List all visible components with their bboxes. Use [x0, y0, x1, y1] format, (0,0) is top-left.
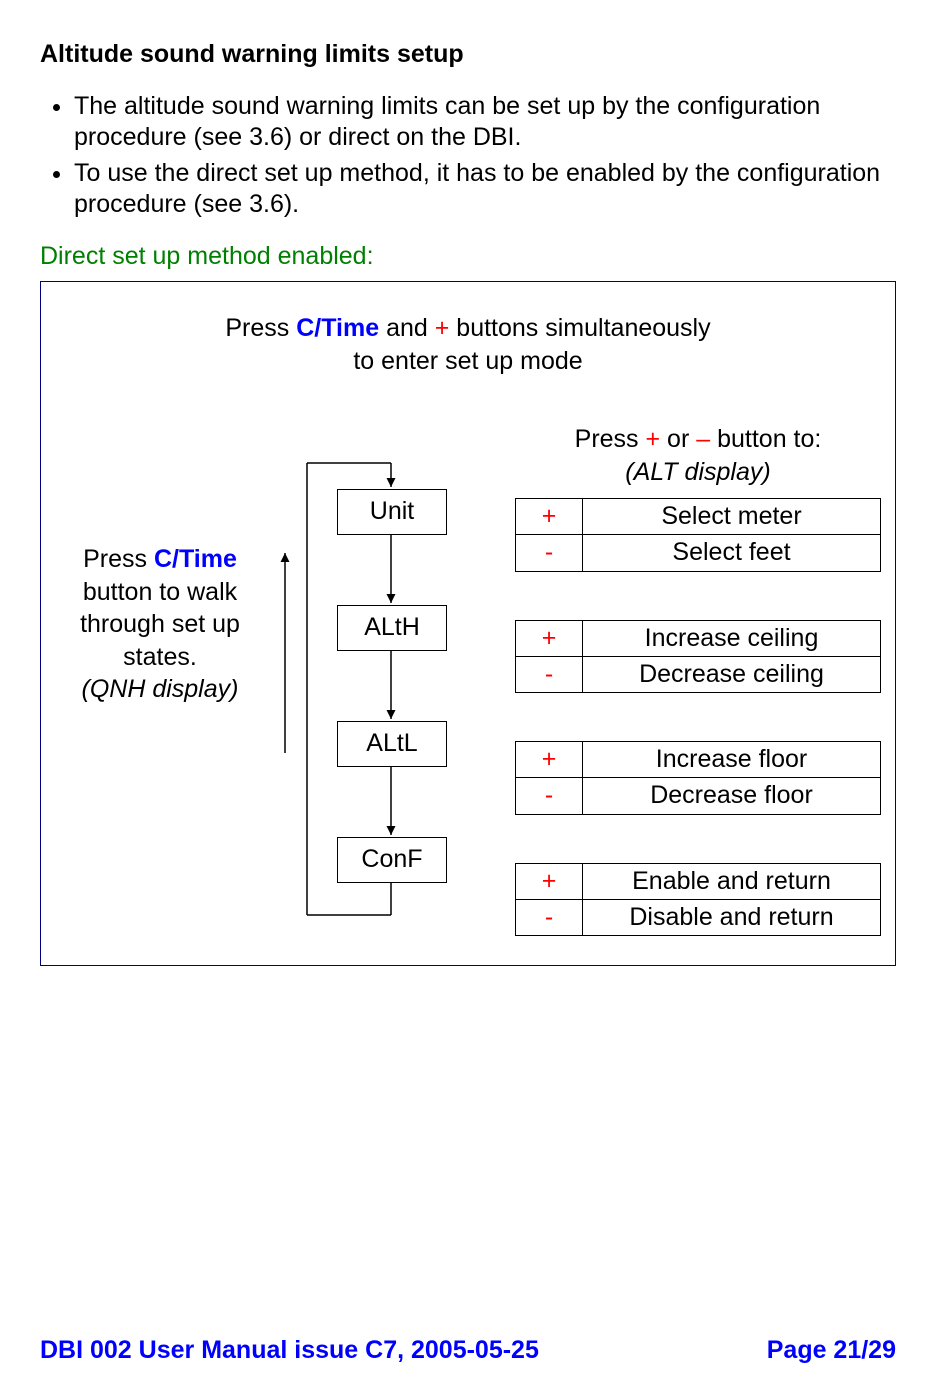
table-alth: +Increase ceiling -Decrease ceiling [515, 620, 881, 694]
action-cell: Increase floor [583, 742, 881, 778]
state-alth: ALtH [337, 605, 447, 651]
text: Press [575, 425, 646, 453]
text: states. [123, 643, 197, 671]
table-conf: +Enable and return -Disable and return [515, 863, 881, 937]
text: buttons simultaneously [449, 314, 710, 342]
left-instruction: Press C/Time button to walk through set … [55, 423, 265, 706]
plus-cell: + [516, 620, 583, 656]
table-altl: +Increase floor -Decrease floor [515, 741, 881, 815]
table-unit: +Select meter -Select feet [515, 498, 881, 572]
text: or [660, 425, 696, 453]
ctime-label: C/Time [154, 545, 237, 573]
footer-right: Page 21/29 [767, 1336, 896, 1365]
state-conf: ConF [337, 837, 447, 883]
text: through set up [80, 610, 240, 638]
bullet-item: To use the direct set up method, it has … [74, 158, 896, 221]
plus-cell: + [516, 863, 583, 899]
state-flow: Unit ALtH ALtL ConF [275, 423, 505, 943]
section-heading: Altitude sound warning limits setup [40, 40, 896, 69]
text: Press [225, 314, 296, 342]
action-cell: Decrease ceiling [583, 656, 881, 692]
page-footer: DBI 002 User Manual issue C7, 2005-05-25… [40, 1336, 896, 1365]
action-cell: Decrease floor [583, 778, 881, 814]
subheading: Direct set up method enabled: [40, 242, 896, 271]
text: and [379, 314, 435, 342]
plus-symbol: + [646, 425, 661, 453]
diagram: Press C/Time button to walk through set … [55, 423, 881, 943]
intro-text: Press C/Time and + buttons simultaneousl… [55, 312, 881, 377]
plus-cell: + [516, 499, 583, 535]
minus-cell: - [516, 778, 583, 814]
text: (QNH display) [82, 675, 239, 703]
plus-cell: + [516, 742, 583, 778]
action-cell: Select meter [583, 499, 881, 535]
text: to enter set up mode [353, 347, 582, 375]
plus-symbol: + [435, 314, 450, 342]
state-altl: ALtL [337, 721, 447, 767]
text: button to walk [83, 578, 237, 606]
footer-left: DBI 002 User Manual issue C7, 2005-05-25 [40, 1336, 539, 1365]
minus-cell: - [516, 535, 583, 571]
minus-cell: - [516, 656, 583, 692]
minus-symbol: – [696, 425, 710, 453]
minus-cell: - [516, 899, 583, 935]
action-cell: Disable and return [583, 899, 881, 935]
right-header: Press + or – button to: (ALT display) [515, 423, 881, 488]
bullet-list: The altitude sound warning limits can be… [40, 91, 896, 220]
bullet-item: The altitude sound warning limits can be… [74, 91, 896, 154]
action-cell: Increase ceiling [583, 620, 881, 656]
action-cell: Select feet [583, 535, 881, 571]
text: (ALT display) [625, 458, 770, 486]
text: button to: [710, 425, 821, 453]
procedure-frame: Press C/Time and + buttons simultaneousl… [40, 281, 896, 966]
right-column: Press + or – button to: (ALT display) +S… [515, 423, 881, 936]
state-unit: Unit [337, 489, 447, 535]
text: Press [83, 545, 154, 573]
action-cell: Enable and return [583, 863, 881, 899]
ctime-label: C/Time [296, 314, 379, 342]
